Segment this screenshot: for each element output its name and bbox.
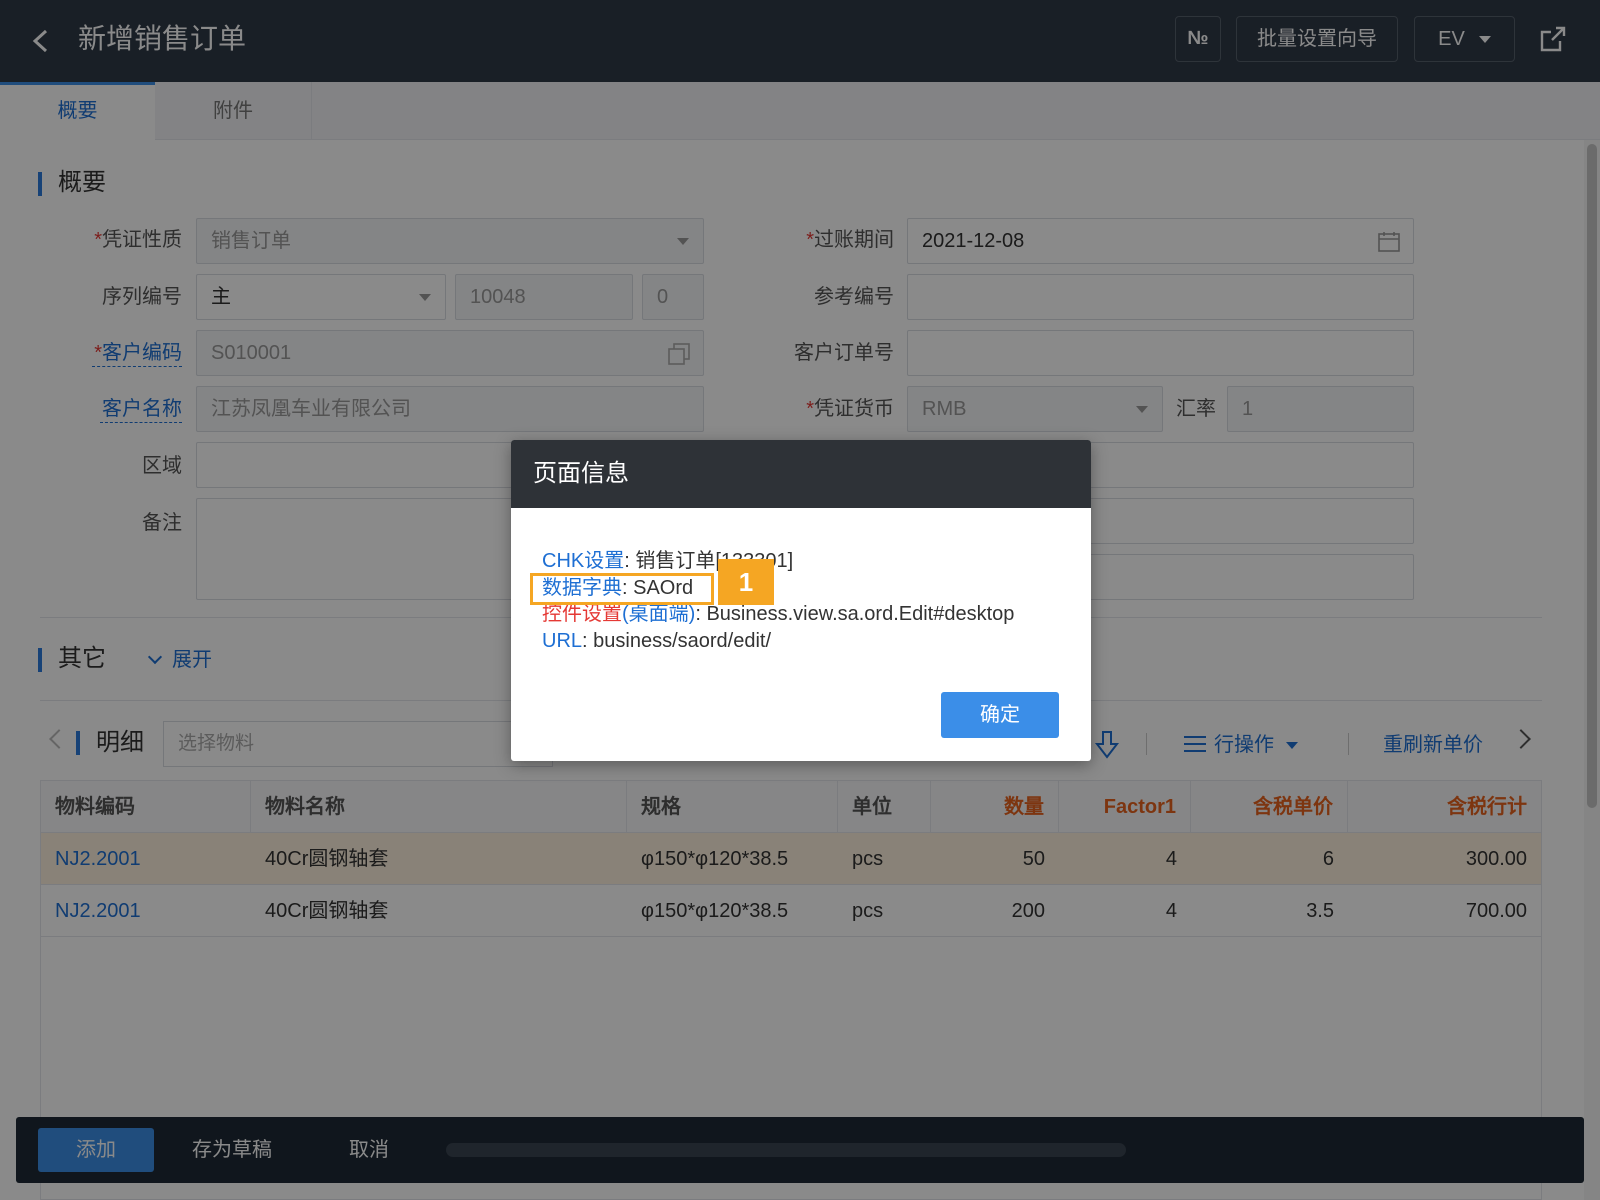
page-info-dialog: 页面信息 CHK设置: 销售订单[133301] 数据字典: SAOrd 控件设… bbox=[511, 440, 1091, 761]
confirm-button[interactable]: 确定 bbox=[941, 692, 1059, 738]
url-value: business/saord/edit/ bbox=[593, 630, 772, 652]
url-link[interactable]: URL bbox=[542, 630, 582, 652]
dialog-title: 页面信息 bbox=[533, 460, 629, 487]
control-setting-value: Business.view.sa.ord.Edit#desktop bbox=[706, 603, 1015, 625]
control-setting-link[interactable]: 控件设置 bbox=[542, 603, 622, 625]
chk-setting-link[interactable]: CHK设置 bbox=[542, 550, 624, 572]
colon: : bbox=[695, 603, 707, 625]
desktop-link[interactable]: (桌面端) bbox=[622, 603, 695, 625]
colon: : bbox=[624, 550, 636, 572]
annotation-highlight-box bbox=[530, 573, 714, 605]
url-line: URL: business/saord/edit/ bbox=[542, 628, 771, 654]
colon: : bbox=[582, 630, 594, 652]
dialog-header: 页面信息 bbox=[511, 440, 1091, 508]
annotation-badge: 1 bbox=[718, 559, 774, 605]
